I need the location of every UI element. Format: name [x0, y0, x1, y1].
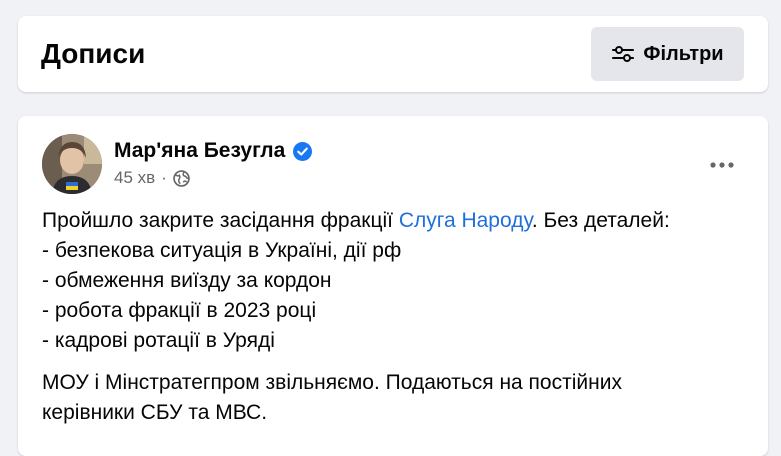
list-item: - кадрові ротації в Уряді [42, 329, 275, 352]
post-paragraph-2-line-1: МОУ і Мінстратегпром звільняємо. Подають… [42, 371, 622, 394]
meta-separator: · [161, 168, 167, 187]
more-horizontal-icon [710, 155, 734, 173]
list-item: - робота фракції в 2023 році [42, 299, 317, 322]
sliders-icon [611, 44, 635, 64]
post-intro-text: Пройшло закрите засідання фракції [42, 209, 399, 232]
post-paragraph-1: Пройшло закрите засідання фракції Слуга … [42, 206, 742, 356]
post-paragraph-2: МОУ і Мінстратегпром звільняємо. Подають… [42, 368, 742, 428]
post-intro-end: . Без деталей: [531, 209, 670, 232]
post-timestamp[interactable]: 45 хв [114, 168, 155, 188]
filters-button[interactable]: Фільтри [591, 27, 744, 81]
avatar[interactable] [42, 134, 102, 194]
verified-badge-icon [293, 141, 313, 161]
page-title: Дописи [41, 38, 146, 69]
list-item: - безпекова ситуація в Україні, дії рф [42, 239, 402, 262]
list-item: - обмеження виїзду за кордон [42, 269, 332, 292]
post-paragraph-2-line-2: керівники СБУ та МВС. [42, 401, 268, 424]
author-row: Мар'яна Безугла [114, 138, 313, 164]
author-name[interactable]: Мар'яна Безугла [114, 138, 285, 164]
post-card: Мар'яна Безугла 45 хв · Пройшло закрите … [18, 116, 768, 456]
globe-icon[interactable] [173, 169, 190, 187]
posts-header-card: Дописи Фільтри [18, 16, 768, 92]
post-text: Пройшло закрите засідання фракції Слуга … [42, 206, 742, 428]
more-options-button[interactable] [702, 144, 742, 184]
post-meta: 45 хв · [114, 168, 190, 188]
filters-button-label: Фільтри [643, 42, 724, 65]
party-link[interactable]: Слуга Народу [399, 209, 532, 232]
